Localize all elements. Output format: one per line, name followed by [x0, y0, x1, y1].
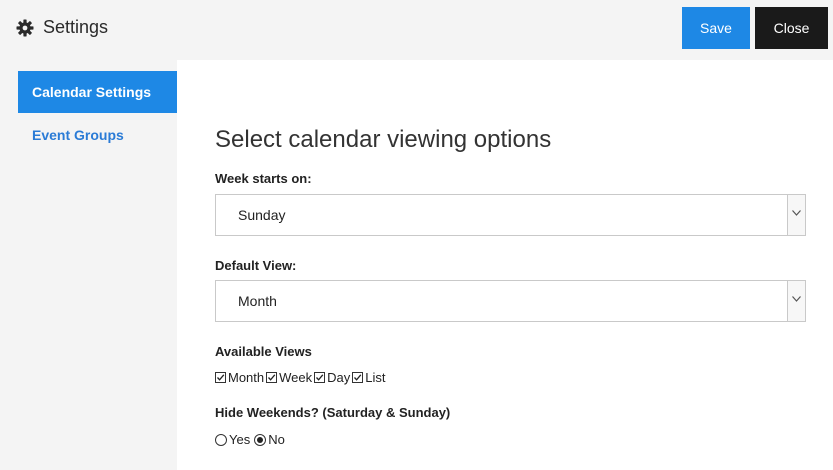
- section-heading: Select calendar viewing options: [215, 126, 552, 153]
- sidebar: Calendar Settings Event Groups: [0, 60, 177, 470]
- week-starts-select[interactable]: Sunday: [215, 194, 806, 236]
- available-views-group: Month Week Day List: [215, 370, 388, 385]
- hide-weekends-group: Yes No: [215, 432, 289, 447]
- checkbox-month[interactable]: Month: [215, 370, 264, 385]
- checkbox-label: List: [365, 370, 386, 385]
- radio-no[interactable]: No: [254, 432, 285, 447]
- radio-unselected-icon[interactable]: [215, 433, 227, 446]
- radio-selected-icon[interactable]: [254, 433, 267, 446]
- checkbox-label: Month: [228, 370, 265, 385]
- checkbox-checked-icon[interactable]: [314, 372, 326, 383]
- checkbox-list[interactable]: List: [352, 370, 386, 385]
- radio-yes[interactable]: Yes: [215, 432, 250, 447]
- page-title: Settings: [43, 17, 109, 37]
- week-starts-value: Sunday: [238, 207, 286, 223]
- checkbox-label: Day: [327, 370, 351, 385]
- default-view-label: Default View:: [215, 258, 297, 273]
- sidebar-item-event-groups[interactable]: Event Groups: [18, 114, 177, 156]
- checkbox-day[interactable]: Day: [314, 370, 350, 385]
- close-button[interactable]: Close: [755, 7, 828, 49]
- sidebar-item-calendar-settings[interactable]: Calendar Settings: [18, 71, 177, 113]
- checkbox-label: Week: [279, 370, 313, 385]
- save-button[interactable]: Save: [682, 7, 750, 49]
- hide-weekends-label: Hide Weekends? (Saturday & Sunday): [215, 405, 451, 420]
- default-view-select[interactable]: Month: [215, 280, 806, 322]
- checkbox-checked-icon[interactable]: [215, 372, 226, 383]
- checkbox-week[interactable]: Week: [266, 370, 312, 385]
- available-views-label: Available Views: [215, 344, 312, 359]
- checkbox-checked-icon[interactable]: [352, 372, 364, 383]
- radio-label: Yes: [229, 432, 251, 447]
- chevron-down-icon[interactable]: [787, 281, 805, 321]
- radio-label: No: [268, 432, 285, 447]
- header-bar: Settings Save Close: [0, 0, 833, 60]
- week-starts-label: Week starts on:: [215, 171, 312, 186]
- chevron-down-icon[interactable]: [787, 195, 805, 235]
- gear-icon: [16, 19, 34, 37]
- checkbox-checked-icon[interactable]: [266, 372, 278, 383]
- default-view-value: Month: [238, 293, 277, 309]
